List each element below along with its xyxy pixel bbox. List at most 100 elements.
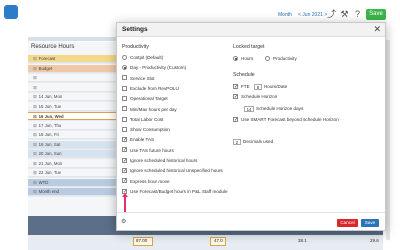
productivity-option[interactable]: Min/Max hours per day [122, 106, 177, 114]
productivity-option[interactable]: ✓ Express hour move [122, 178, 170, 186]
top-save-button[interactable]: Save [366, 9, 386, 20]
collapse-icon[interactable]: ⊠ [33, 180, 37, 185]
checkbox-icon[interactable] [122, 85, 127, 91]
radio-icon[interactable] [122, 54, 127, 60]
horizon-days-input[interactable]: 14 [244, 105, 254, 112]
checkbox-checked-icon[interactable]: ✓ [233, 116, 238, 122]
collapse-icon[interactable]: ⊠ [33, 170, 37, 175]
resource-row[interactable]: ⊠ 22 Jun, Tue [28, 169, 117, 177]
resource-row[interactable]: ⊠ WTD [28, 178, 117, 187]
settings-gear-icon[interactable]: ⚙ [121, 218, 126, 225]
collapse-icon[interactable]: ⊠ [33, 161, 37, 166]
productivity-option[interactable]: ✓ Use TAS future hours [122, 147, 174, 155]
productivity-label: Productivity [273, 56, 297, 61]
help-icon[interactable]: ? [352, 9, 363, 20]
resource-row[interactable]: ⊠ Month end [28, 188, 117, 196]
decimals-option[interactable]: 2 Decimals used [233, 138, 273, 146]
resource-row[interactable]: ⊠ 18 Jun, Fri [28, 131, 117, 139]
productivity-option[interactable]: Costpit (Default) [122, 54, 163, 62]
collapse-icon[interactable]: ⊠ [33, 132, 37, 137]
radio-icon[interactable] [233, 55, 238, 61]
horizon-days-option[interactable]: 14 Schedule Horizon days [244, 105, 303, 113]
collapse-icon[interactable]: ⊠ [33, 66, 37, 71]
resource-row[interactable]: ⊠ 20 Jun, Sun [28, 150, 117, 158]
resource-row[interactable]: ⊠ [28, 74, 117, 82]
resource-row[interactable]: ⊠ 15 Jun, Tue [28, 103, 117, 111]
checkbox-icon[interactable] [122, 106, 127, 112]
radio-icon[interactable] [122, 65, 127, 71]
cancel-button[interactable]: Cancel [337, 219, 358, 227]
decimals-input[interactable]: 2 [233, 138, 241, 145]
dialog-titlebar: Settings ✕ [117, 23, 385, 37]
checkbox-icon[interactable] [122, 95, 127, 101]
collapse-icon[interactable]: ⊠ [33, 85, 37, 90]
resource-row[interactable]: ⊠ 14 Jun, Mon [28, 93, 117, 101]
collapse-icon[interactable]: ⊠ [33, 189, 37, 194]
save-button[interactable]: Save [361, 219, 379, 227]
collapse-icon[interactable]: ⊠ [33, 56, 37, 61]
checkbox-checked-icon[interactable]: ✓ [122, 147, 127, 153]
productivity-option[interactable]: ✓ Ignore scheduled historical Unspecified… [122, 167, 223, 175]
checkbox-checked-icon[interactable]: ✓ [233, 93, 238, 99]
collapse-icon[interactable]: ⊠ [33, 123, 37, 128]
resource-row-label: WTD [38, 179, 49, 185]
fte-option[interactable]: ✓ FTE 8 Hours/Date [233, 83, 287, 91]
close-icon[interactable]: ✕ [373, 24, 381, 35]
checkbox-checked-icon[interactable]: ✓ [122, 178, 127, 184]
scrollbar[interactable] [386, 40, 390, 240]
fte-label: FTE [241, 84, 250, 89]
resource-row[interactable]: ⊠ 19 Jun, Sat [28, 140, 117, 149]
radio-icon[interactable] [265, 55, 270, 61]
resource-row[interactable]: ⊠ [28, 84, 117, 92]
period-selector[interactable]: Month [278, 12, 292, 18]
totals-row [28, 235, 383, 250]
productivity-option[interactable]: Operational Target [122, 95, 168, 103]
productivity-option-label: Exclude from RevPOLU [130, 85, 179, 91]
productivity-option[interactable]: Exclude from RevPOLU [122, 85, 179, 93]
productivity-option[interactable]: Day - Productivity (Custom) [122, 64, 186, 72]
checkbox-checked-icon[interactable]: ✓ [122, 168, 127, 174]
checkbox-checked-icon[interactable]: ✓ [233, 83, 238, 89]
hours-label: Hours [241, 56, 254, 61]
productivity-option[interactable]: ✓ Ignore scheduled historical hours [122, 157, 197, 165]
collapse-icon[interactable]: ⊠ [33, 114, 37, 119]
schedule-horizon-option[interactable]: ✓ Schedule Horizon [233, 93, 277, 101]
collapse-icon[interactable]: ⊠ [33, 104, 37, 109]
checkbox-icon[interactable] [122, 116, 127, 122]
resource-row[interactable]: ⊠ Budget [28, 64, 117, 73]
date-navigator[interactable]: < Jun 2021 > [298, 12, 327, 18]
checkbox-checked-icon[interactable]: ✓ [122, 157, 127, 163]
smart-forecast-label: Use SMART Forecast beyond schedule Horiz… [241, 117, 339, 122]
pin-icon[interactable]: ⤴ [326, 9, 337, 20]
resource-row[interactable]: ⊠ 16 Jun, Wed [28, 112, 117, 120]
checkbox-icon[interactable] [122, 75, 127, 81]
resource-row[interactable]: ⊠ Forecast [28, 55, 117, 63]
productivity-option[interactable]: Show Consumption [122, 126, 170, 134]
collapse-icon[interactable]: ⊠ [33, 75, 37, 80]
locked-target-hours-radio[interactable]: Hours [233, 55, 253, 63]
checkbox-icon[interactable] [122, 126, 127, 132]
resource-row[interactable]: ⊠ 17 Jun, Thu [28, 122, 117, 130]
productivity-option-label: Enable TAS [130, 137, 155, 143]
collapse-icon[interactable]: ⊠ [33, 151, 37, 156]
smart-forecast-option[interactable]: ✓ Use SMART Forecast beyond schedule Hori… [233, 116, 339, 124]
resource-row[interactable]: ⊠ 21 Jun, Mon [28, 160, 117, 168]
schedule-heading: Schedule [233, 72, 255, 78]
wrench-icon[interactable]: ⚒ [339, 9, 350, 20]
resource-row-label: Month end [38, 189, 59, 194]
fte-hours-input[interactable]: 8 [253, 83, 262, 90]
productivity-option-label: Use Forecast/Budget hours in P&L Staff m… [130, 188, 228, 194]
productivity-option[interactable]: ✓ Enable TAS [122, 136, 154, 144]
locked-target-productivity-radio[interactable]: Productivity [265, 55, 297, 63]
productivity-option[interactable]: Total Labor Cost [122, 116, 163, 124]
productivity-option-label: Ignore scheduled historical Unspecified … [130, 168, 223, 174]
productivity-option-label: Total Labor Cost [130, 116, 164, 122]
collapse-icon[interactable]: ⊠ [33, 94, 37, 99]
productivity-option[interactable]: Service Slot [122, 75, 155, 83]
productivity-option[interactable]: ✓ Use Forecast/Budget hours in P&L Staff … [122, 188, 228, 196]
resource-panel-title: Resource Hours [31, 44, 75, 50]
total-value: 38.1 [298, 238, 307, 243]
collapse-icon[interactable]: ⊠ [33, 142, 37, 147]
schedule-horizon-label: Schedule Horizon [241, 94, 278, 99]
checkbox-checked-icon[interactable]: ✓ [122, 137, 127, 143]
